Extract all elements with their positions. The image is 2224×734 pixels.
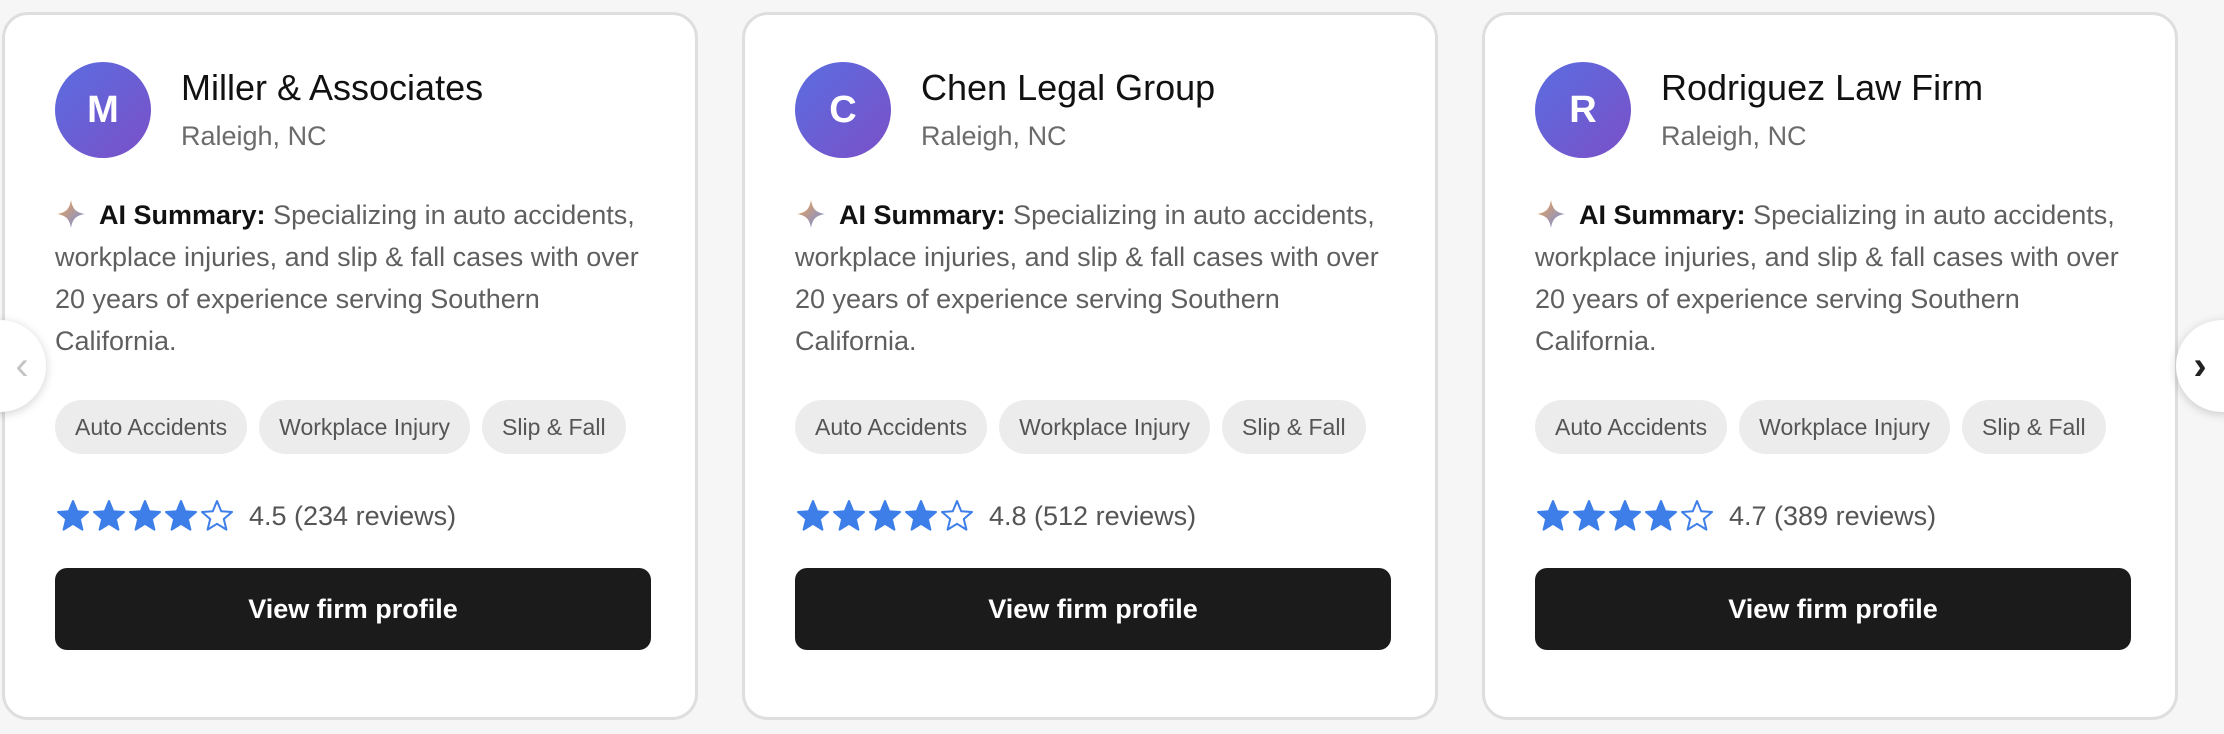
star-rating [55, 498, 235, 534]
firm-name: Miller & Associates [181, 67, 484, 108]
carousel-next-button[interactable]: › [2176, 320, 2224, 412]
tag-workplace-injury: Workplace Injury [259, 400, 471, 454]
firm-name: Chen Legal Group [921, 67, 1216, 108]
star-filled-icon [1645, 500, 1677, 531]
practice-area-tags: Auto Accidents Workplace Injury Slip & F… [1535, 400, 2125, 454]
tag-auto-accidents: Auto Accidents [1535, 400, 1728, 454]
ai-summary-label: AI Summary: [839, 200, 1006, 230]
view-firm-profile-button[interactable]: View firm profile [55, 568, 651, 650]
ai-summary: AI Summary: Specializing in auto acciden… [55, 194, 655, 362]
chevron-left-icon: ‹ [15, 344, 29, 388]
tag-slip-and-fall: Slip & Fall [1222, 400, 1366, 454]
star-empty-icon [1681, 500, 1713, 531]
rating-text: 4.7 (389 reviews) [1729, 500, 1937, 531]
rating: 4.5 (234 reviews) [55, 496, 645, 536]
rating-text: 4.5 (234 reviews) [249, 500, 457, 531]
ai-summary: AI Summary: Specializing in auto acciden… [795, 194, 1395, 362]
firm-location: Raleigh, NC [921, 121, 1067, 151]
firm-card: C Chen Legal Group Raleigh, NC AI Summar… [742, 12, 1438, 720]
tag-slip-and-fall: Slip & Fall [1962, 400, 2106, 454]
ai-summary-label: AI Summary: [1579, 200, 1746, 230]
star-rating [795, 498, 975, 534]
rating: 4.8 (512 reviews) [795, 496, 1385, 536]
firm-card: M Miller & Associates Raleigh, NC AI Sum… [2, 12, 698, 720]
avatar: C [795, 62, 891, 158]
view-firm-profile-button[interactable]: View firm profile [1535, 568, 2131, 650]
star-filled-icon [797, 500, 829, 531]
ai-summary-label: AI Summary: [99, 200, 266, 230]
avatar: M [55, 62, 151, 158]
firm-card-header: R Rodriguez Law Firm Raleigh, NC [1535, 62, 2125, 158]
tag-workplace-injury: Workplace Injury [999, 400, 1211, 454]
tag-auto-accidents: Auto Accidents [795, 400, 988, 454]
star-empty-icon [941, 500, 973, 531]
firm-card: R Rodriguez Law Firm Raleigh, NC AI Summ… [1482, 12, 2178, 720]
rating: 4.7 (389 reviews) [1535, 496, 2125, 536]
star-rating [1535, 498, 1715, 534]
ai-summary: AI Summary: Specializing in auto acciden… [1535, 194, 2135, 362]
firm-card-header: M Miller & Associates Raleigh, NC [55, 62, 645, 158]
sparkle-icon [57, 200, 85, 228]
rating-text: 4.8 (512 reviews) [989, 500, 1197, 531]
star-filled-icon [1573, 500, 1605, 531]
star-filled-icon [833, 500, 865, 531]
firm-card-header: C Chen Legal Group Raleigh, NC [795, 62, 1385, 158]
sparkle-icon [797, 200, 825, 228]
tag-workplace-injury: Workplace Injury [1739, 400, 1951, 454]
star-filled-icon [93, 500, 125, 531]
view-firm-profile-button[interactable]: View firm profile [795, 568, 1391, 650]
avatar: R [1535, 62, 1631, 158]
tag-auto-accidents: Auto Accidents [55, 400, 248, 454]
star-filled-icon [129, 500, 161, 531]
sparkle-icon [1537, 200, 1565, 228]
star-empty-icon [201, 500, 233, 531]
practice-area-tags: Auto Accidents Workplace Injury Slip & F… [55, 400, 645, 454]
firm-location: Raleigh, NC [1661, 121, 1807, 151]
star-filled-icon [1537, 500, 1569, 531]
firm-carousel: M Miller & Associates Raleigh, NC AI Sum… [0, 0, 2224, 734]
star-filled-icon [165, 500, 197, 531]
star-filled-icon [1609, 500, 1641, 531]
star-filled-icon [869, 500, 901, 531]
chevron-right-icon: › [2193, 344, 2207, 388]
practice-area-tags: Auto Accidents Workplace Injury Slip & F… [795, 400, 1385, 454]
firm-location: Raleigh, NC [181, 121, 327, 151]
firm-name: Rodriguez Law Firm [1661, 67, 1984, 108]
star-filled-icon [905, 500, 937, 531]
carousel-track: M Miller & Associates Raleigh, NC AI Sum… [2, 12, 2178, 720]
star-filled-icon [57, 500, 89, 531]
tag-slip-and-fall: Slip & Fall [482, 400, 626, 454]
